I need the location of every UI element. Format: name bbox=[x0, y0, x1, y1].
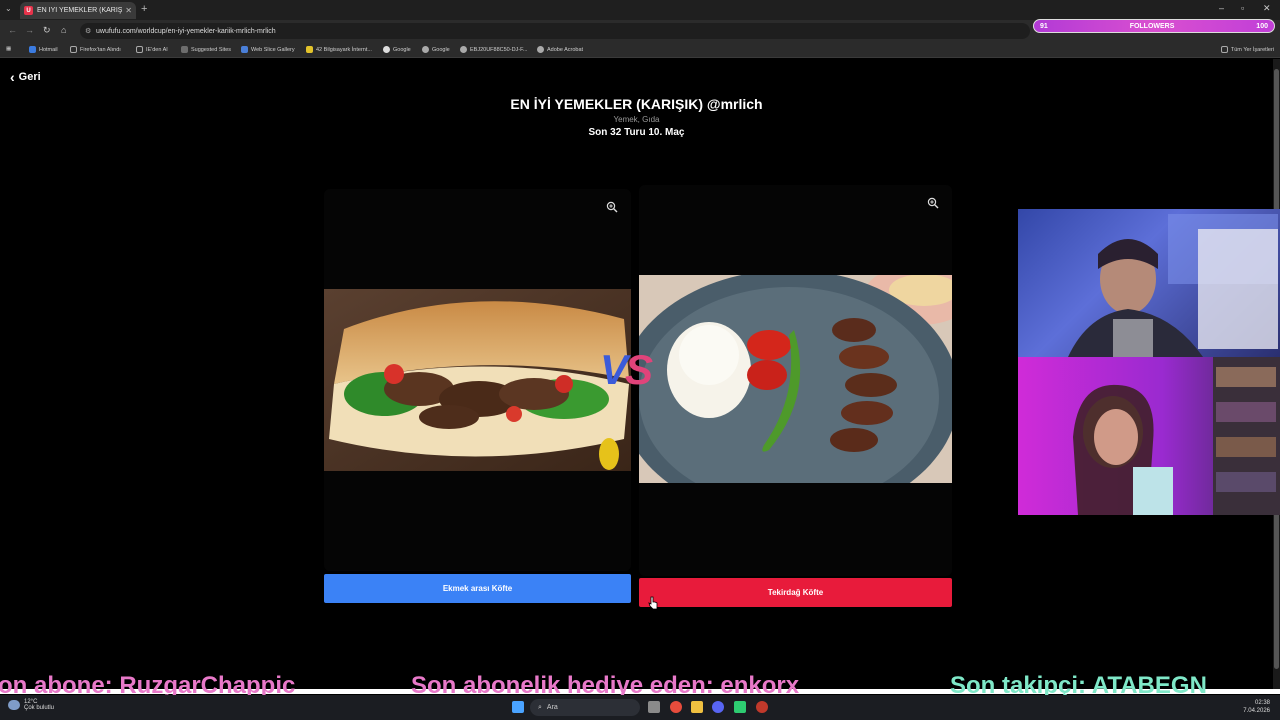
discord-icon[interactable] bbox=[712, 701, 724, 713]
url-text: uwufufu.com/worldcup/en-iyi-yemekler-kar… bbox=[96, 27, 276, 35]
bookmark-item[interactable]: Hotmail bbox=[29, 46, 58, 53]
bookmark-item[interactable]: IE'den Al bbox=[136, 46, 168, 53]
windows-taskbar: 12°C Çok bulutlu ⌕ Ara 02:38 7.04.2026 bbox=[0, 695, 1280, 720]
round-info: Son 32 Turu 10. Maç bbox=[588, 127, 685, 138]
apps-grid-icon[interactable]: ▦ bbox=[6, 46, 11, 52]
bookmark-item[interactable]: Adobe Acrobat bbox=[537, 46, 583, 53]
reload-icon[interactable]: ↻ bbox=[43, 25, 51, 36]
tab-list-chevron-icon[interactable]: ⌄ bbox=[5, 4, 12, 13]
close-window-icon[interactable]: ✕ bbox=[1263, 3, 1271, 14]
site-favicon-icon: U bbox=[24, 6, 33, 15]
weather-widget[interactable]: 12°C Çok bulutlu bbox=[8, 699, 54, 711]
back-label: Geri bbox=[18, 71, 41, 83]
streamer-webcam-top bbox=[1018, 209, 1280, 357]
weather-text: Çok bulutlu bbox=[24, 705, 55, 711]
sandwich-kofte-image bbox=[324, 289, 631, 471]
followers-goal: 100 bbox=[1256, 22, 1268, 30]
right-choice-button[interactable]: Tekirdağ Köfte bbox=[639, 578, 952, 607]
home-icon[interactable]: ⌂ bbox=[61, 25, 66, 35]
close-tab-icon[interactable]: ✕ bbox=[125, 6, 132, 15]
system-clock[interactable]: 02:38 7.04.2026 bbox=[1243, 699, 1270, 715]
hand-cursor-icon bbox=[648, 596, 658, 610]
tab-title: EN İYİ YEMEKLER (KARIŞIK) @m bbox=[37, 7, 123, 14]
tekirdag-kofte-image bbox=[639, 275, 952, 483]
followers-goal-bar: 91 FOLLOWERS 100 bbox=[1033, 19, 1275, 33]
back-arrow-icon[interactable]: ← bbox=[8, 25, 17, 35]
task-view-icon[interactable] bbox=[648, 701, 660, 713]
bookmark-item[interactable]: Suggested Sites bbox=[181, 46, 231, 53]
category-text: Yemek, Gıda bbox=[613, 115, 660, 124]
forward-arrow-icon[interactable]: → bbox=[25, 25, 34, 35]
left-choice-button[interactable]: Ekmek arası Köfte bbox=[324, 574, 631, 603]
media-app-icon[interactable] bbox=[734, 701, 746, 713]
all-bookmarks-folder[interactable]: Tüm Yer İşaretleri bbox=[1220, 46, 1274, 53]
chrome-icon[interactable] bbox=[670, 701, 682, 713]
left-choice-card[interactable] bbox=[324, 189, 631, 571]
taskbar-search[interactable]: ⌕ Ara bbox=[530, 699, 640, 716]
browser-tab[interactable]: U EN İYİ YEMEKLER (KARIŞIK) @m ✕ bbox=[20, 2, 136, 19]
bookmark-item[interactable]: Web Slice Gallery bbox=[241, 46, 295, 53]
recording-app-icon[interactable] bbox=[756, 701, 768, 713]
minimize-icon[interactable]: – bbox=[1219, 3, 1224, 13]
streamer-webcam-bottom bbox=[1018, 357, 1280, 515]
cloud-icon bbox=[8, 700, 20, 710]
zoom-in-icon[interactable] bbox=[606, 201, 618, 213]
windows-start-icon[interactable] bbox=[512, 701, 524, 713]
bookmark-item[interactable]: 42 Bilgisayark İnternt... bbox=[306, 46, 372, 53]
url-field[interactable]: ⚙ uwufufu.com/worldcup/en-iyi-yemekler-k… bbox=[80, 23, 1030, 39]
browser-tab-bar: ⌄ U EN İYİ YEMEKLER (KARIŞIK) @m ✕ + – ▫… bbox=[0, 0, 1280, 20]
bookmark-item[interactable]: Google bbox=[383, 46, 411, 53]
webcam-person-image bbox=[1068, 214, 1278, 357]
chevron-left-icon: ‹ bbox=[10, 69, 15, 85]
clock-date: 7.04.2026 bbox=[1243, 708, 1270, 714]
followers-current: 91 bbox=[1040, 22, 1048, 30]
bookmark-item[interactable]: Firefox'tan Alındı bbox=[70, 46, 121, 53]
new-tab-plus-icon[interactable]: + bbox=[141, 3, 147, 15]
bookmarks-bar: ▦ Hotmail Firefox'tan Alındı IE'den Al S… bbox=[0, 42, 1280, 58]
file-explorer-icon[interactable] bbox=[691, 701, 703, 713]
site-info-icon[interactable]: ⚙ bbox=[85, 27, 91, 35]
versus-badge: VS bbox=[600, 346, 653, 393]
right-choice-card[interactable] bbox=[639, 185, 952, 576]
search-placeholder: Ara bbox=[546, 704, 558, 711]
webcam-person-image bbox=[1073, 357, 1280, 515]
restore-icon[interactable]: ▫ bbox=[1241, 3, 1244, 13]
zoom-in-icon[interactable] bbox=[927, 197, 939, 209]
followers-label: FOLLOWERS bbox=[1129, 22, 1175, 30]
search-icon: ⌕ bbox=[538, 703, 542, 711]
clock-time: 02:38 bbox=[1254, 700, 1270, 706]
bookmark-item[interactable]: Google bbox=[422, 46, 450, 53]
back-link[interactable]: ‹ Geri bbox=[10, 69, 41, 85]
page-title: EN İYİ YEMEKLER (KARIŞIK) @mrlich bbox=[510, 96, 763, 112]
bookmark-item[interactable]: EBJ20UF88C50-DJ-F... bbox=[460, 46, 527, 53]
